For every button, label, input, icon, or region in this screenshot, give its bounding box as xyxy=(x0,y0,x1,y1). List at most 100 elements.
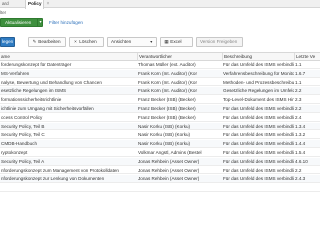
cell-version: 2.4 xyxy=(295,114,302,120)
cell-version: 2.4.3 xyxy=(295,176,306,182)
cell-description: Top-Level-Dokument des ISMS Hinweis: Änd… xyxy=(223,97,294,103)
cell-owner: Franz Becker (ISB) (Becker) xyxy=(138,106,196,111)
table-row[interactable]: nforderungskonzept zur Lenkung von Dokum… xyxy=(0,175,320,184)
release-version-button[interactable]: Version Freigeben xyxy=(196,37,243,47)
column-header-name[interactable]: ame xyxy=(0,53,135,61)
cell-name: nforderungskonzept zum Management von Pr… xyxy=(1,167,119,173)
excel-button-label: Excel xyxy=(170,39,182,44)
cell-owner: Thomas Müller (ext. Auditor) xyxy=(138,62,196,67)
cell-owner: Frank Korn (Int. Auditor) (Kor xyxy=(138,79,197,85)
cell-name: nforderungskonzept zur Lenkung von Dokum… xyxy=(1,176,105,182)
cell-owner: Nasir Korku (ISB) (Korku) xyxy=(138,123,191,129)
views-dropdown[interactable]: Ansichten ▼ xyxy=(107,37,157,47)
column-header-version[interactable]: Letzte Ve xyxy=(294,53,320,61)
pencil-icon: ✎ xyxy=(32,39,37,44)
delete-button[interactable]: × Löschen xyxy=(69,37,104,47)
cell-description: Gesetzliche Regelungen im Umfeld des ISM… xyxy=(223,88,294,94)
close-icon[interactable]: × xyxy=(45,1,51,7)
refresh-filter-button[interactable]: Aktualisieren ▼ xyxy=(0,18,43,27)
column-header-owner[interactable]: Verantwortlicher xyxy=(137,53,222,61)
cell-owner: Frank Korn (Int. Auditor) (Kor xyxy=(138,70,197,76)
cell-owner: Jonas Rehbein (Asset Owner) xyxy=(138,167,200,173)
cell-version: 1.5.4 xyxy=(295,150,306,155)
table-row[interactable] xyxy=(0,184,320,192)
cell-owner: Nasir Korku (ISB) (Korku) xyxy=(138,132,191,138)
cell-description: Für das Umfeld des ISMS verbindliche Vor… xyxy=(223,141,294,147)
add-filter-link[interactable]: Filter hinzufügen xyxy=(49,19,83,26)
cell-description: Verfahrensbeschreibung für Monitoring/Üb… xyxy=(223,70,294,76)
cell-owner: Franz Becker (ISB) (Becker) xyxy=(138,97,196,103)
cell-description: Für das Umfeld des ISMS verbindliche Vor… xyxy=(223,106,294,111)
release-button-label: Version Freigeben xyxy=(200,39,238,44)
cell-version: 2.2 xyxy=(295,106,302,111)
close-icon: × xyxy=(74,39,77,44)
table-row[interactable]: esetzliche Regelungen im ISMS Frank Korn … xyxy=(0,87,320,96)
table-row[interactable]: ryptokonzept Volkmar Angstl, Admins (Best… xyxy=(0,149,320,157)
cell-version: 2.3 xyxy=(295,97,302,103)
cell-name: MS-Verfahren xyxy=(1,70,30,76)
cell-owner: Nasir Korku (ISB) (Korku) xyxy=(138,141,191,147)
table-row[interactable]: CMDB-Handbuch Nasir Korku (ISB) (Korku) Fü… xyxy=(0,140,320,148)
spreadsheet-icon: ▦ xyxy=(164,39,169,44)
cell-name: CMDB-Handbuch xyxy=(1,141,37,147)
cell-name: formationssicherheitsrichtlinie xyxy=(1,97,62,103)
cell-name: nalyse, Bewertung und Behandlung von Cha… xyxy=(1,79,102,85)
cell-version: 1.3.2 xyxy=(295,132,306,138)
cell-name: Security Policy, Teil B xyxy=(1,123,45,129)
chevron-down-icon: ▼ xyxy=(149,40,153,44)
table-row[interactable]: nalyse, Bewertung und Behandlung von Cha… xyxy=(0,79,320,87)
chevron-down-icon[interactable]: ▼ xyxy=(37,19,43,26)
cell-description: Für das Umfeld des ISMS verbindliche Vor… xyxy=(223,62,294,67)
cell-version: 1.4.4 xyxy=(295,141,306,147)
tab-board[interactable]: ard xyxy=(0,0,24,8)
table-row[interactable]: forderungskonzept für Datenträger Thomas … xyxy=(0,61,320,69)
cell-description: Für das Umfeld des ISMS verbindliche Vor… xyxy=(223,167,294,173)
table-row[interactable]: Security Policy, Teil C Nasir Korku (ISB)… xyxy=(0,131,320,140)
delete-button-label: Löschen xyxy=(79,39,97,44)
cell-description: Für das Umfeld des ISMS verbindliche Vor… xyxy=(223,132,294,138)
cell-description: Für das Umfeld des ISMS verbindliche Vor… xyxy=(223,176,294,182)
cell-description: Methoden- und Prozessbeschreibung für da… xyxy=(223,79,294,85)
cell-description xyxy=(222,184,294,192)
cell-owner: Frank Korn (Int. Auditor) (Kor xyxy=(138,88,197,94)
filter-label: lter xyxy=(0,10,7,15)
table-row[interactable]: Security Policy, Teil A Jonas Rehbein (As… xyxy=(0,157,320,166)
table-header: ame Verantwortlicher Beschreibung Letzte… xyxy=(0,52,320,61)
cell-version: 1.1 xyxy=(295,62,302,67)
cell-version: 2.2 xyxy=(295,88,302,94)
cell-version: 1.3.4 xyxy=(295,123,306,129)
cell-owner: Jonas Rehbein (Asset Owner) xyxy=(138,158,200,164)
cell-owner xyxy=(137,184,222,192)
cell-name: Security Policy, Teil C xyxy=(1,132,45,138)
excel-export-button[interactable]: ▦ Excel xyxy=(160,37,193,47)
cell-name: ccess Control Policy xyxy=(1,114,43,120)
table-row[interactable]: nforderungskonzept zum Management von Pr… xyxy=(0,167,320,175)
cell-version: 2.2 xyxy=(295,167,302,173)
cell-name: Security Policy, Teil A xyxy=(1,158,45,164)
edit-button[interactable]: ✎ Bearbeiten xyxy=(28,37,66,47)
cell-name: esetzliche Regelungen im ISMS xyxy=(1,88,67,94)
cell-description: Für das Umfeld des ISMS verbindliche Vor… xyxy=(223,123,294,129)
table-row[interactable]: ccess Control Policy Franz Becker (ISB) (… xyxy=(0,114,320,122)
table-row[interactable]: ichtlinie zum Umgang mit Sicherheitsvorf… xyxy=(0,105,320,113)
cell-version: 4.6.10 xyxy=(295,158,308,164)
column-header-description[interactable]: Beschreibung xyxy=(222,53,294,61)
edit-button-label: Bearbeiten xyxy=(38,39,61,44)
cell-owner: Jonas Rehbein (Asset Owner) xyxy=(138,176,200,182)
cell-description: Für das Umfeld des ISMS verbindliche Vor… xyxy=(223,158,294,164)
cell-version xyxy=(294,184,320,192)
table-row[interactable]: MS-Verfahren Frank Korn (Int. Auditor) (K… xyxy=(0,69,320,78)
cell-name: forderungskonzept für Datenträger xyxy=(1,62,72,67)
views-dropdown-label: Ansichten xyxy=(111,39,132,44)
cell-version: 1.6.7 xyxy=(295,70,306,76)
cell-description: Für das Umfeld des ISMS verbindliche Vor… xyxy=(223,114,294,120)
tab-policy[interactable]: Policy xyxy=(25,0,44,9)
cell-version: 1.1 xyxy=(295,79,302,85)
tab-bar: ard Policy × xyxy=(0,0,320,9)
cell-name: ryptokonzept xyxy=(1,150,28,155)
table-row[interactable]: formationssicherheitsrichtlinie Franz Bec… xyxy=(0,96,320,104)
create-button[interactable]: legen xyxy=(0,37,15,47)
create-button-label: legen xyxy=(2,39,14,44)
cell-owner: Volkmar Angstl, Admins (Bestel xyxy=(138,150,202,155)
table-row[interactable]: Security Policy, Teil B Nasir Korku (ISB)… xyxy=(0,122,320,131)
